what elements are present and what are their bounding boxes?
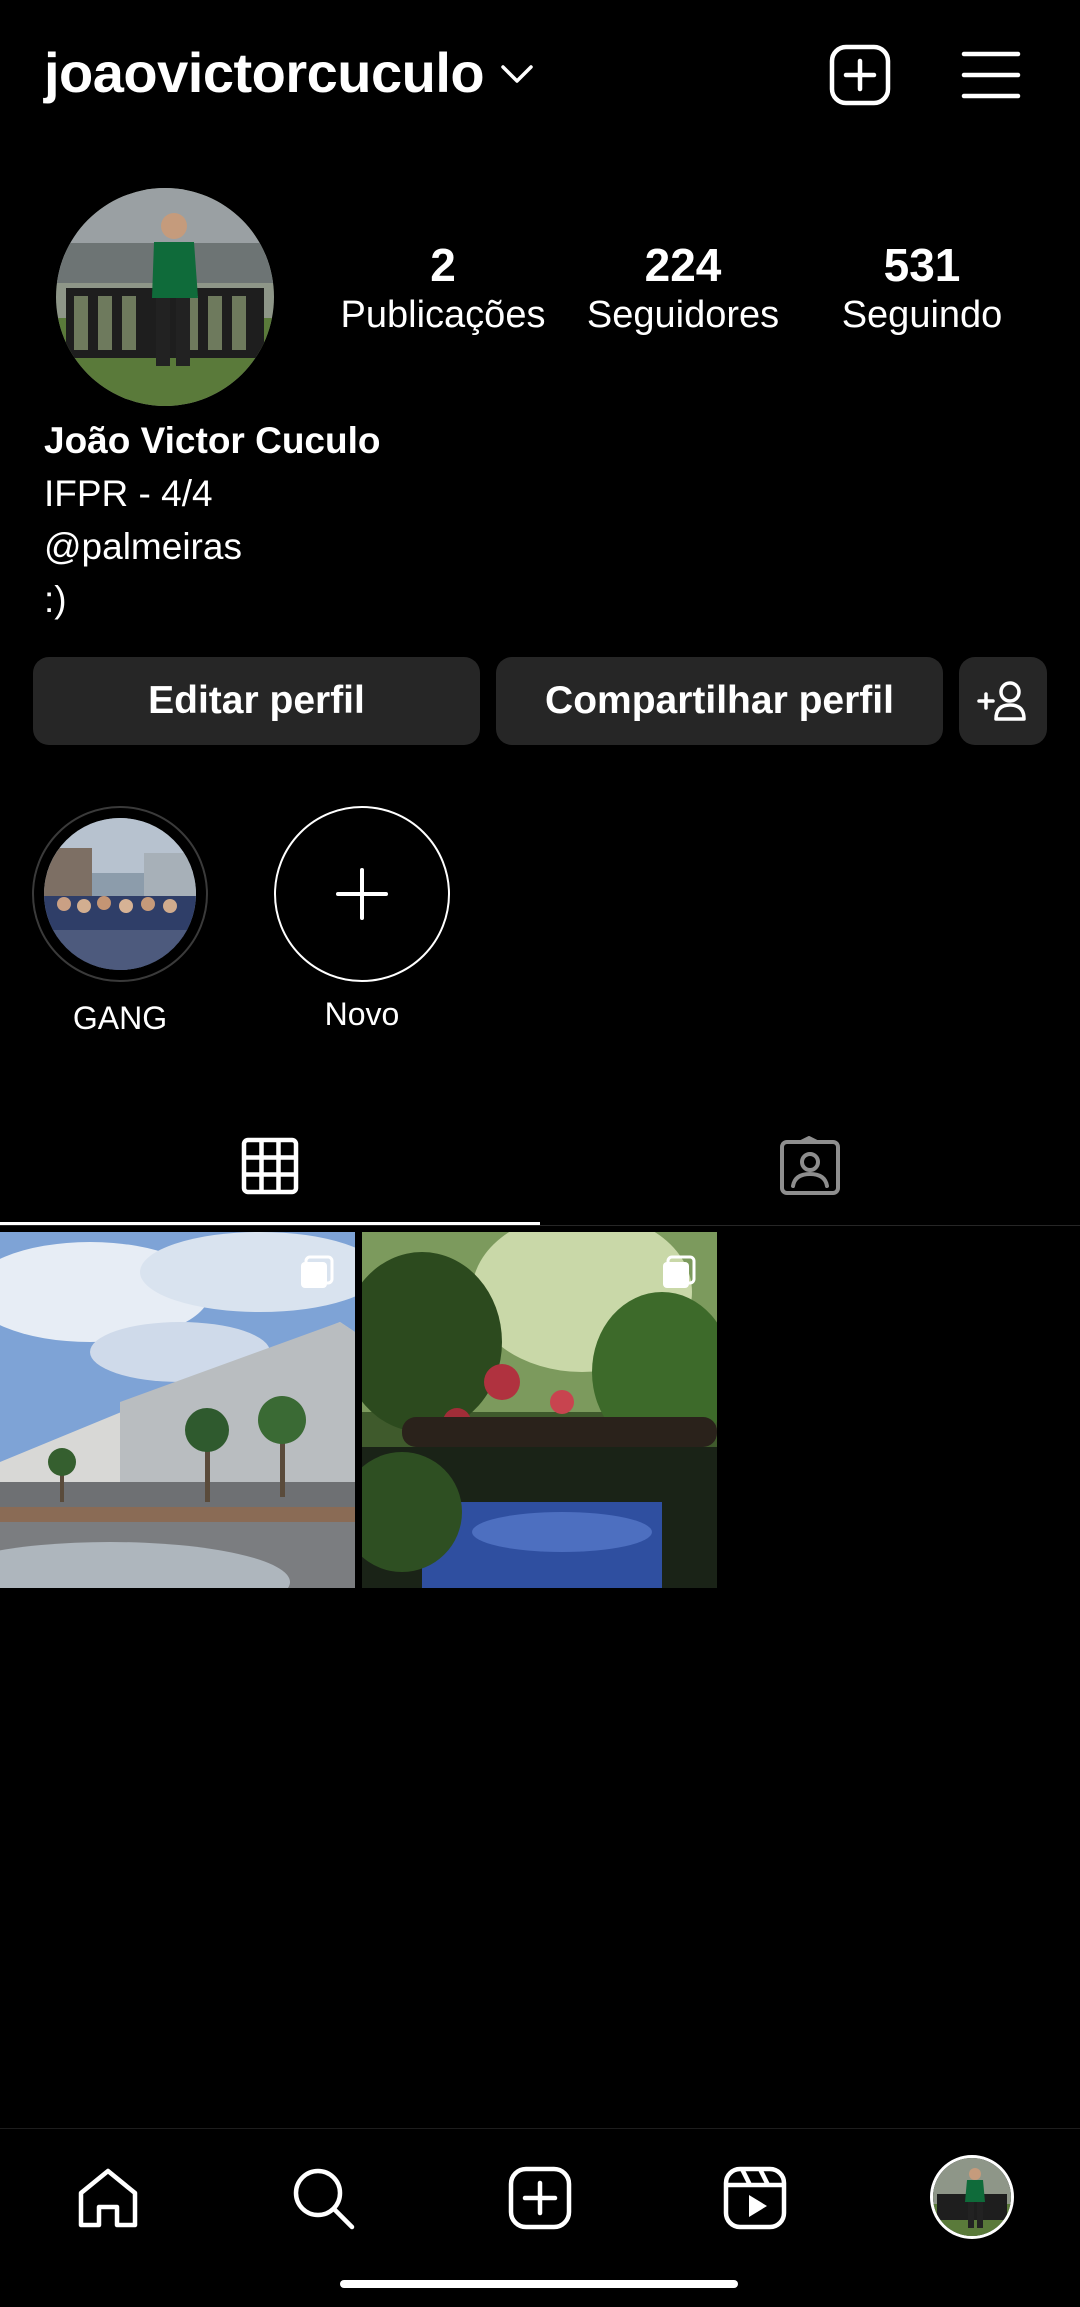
search-icon[interactable]	[288, 2163, 358, 2233]
posts-count[interactable]: 2 Publicações	[313, 240, 573, 340]
tagged-icon	[780, 1136, 840, 1195]
following-count-label: Seguindo	[841, 293, 1003, 336]
bottom-navigation	[0, 2128, 1080, 2265]
new-highlight-button[interactable]: Novo	[274, 806, 450, 1033]
chevron-down-icon[interactable]	[500, 62, 534, 86]
post-thumbnail[interactable]	[0, 1232, 355, 1588]
grid-icon	[241, 1137, 299, 1195]
username-title[interactable]: joaovictorcuculo	[44, 40, 485, 105]
discover-people-button[interactable]	[959, 657, 1047, 745]
posts-count-value: 2	[430, 239, 456, 291]
plus-icon	[336, 868, 388, 920]
highlight-label: GANG	[72, 1000, 168, 1036]
highlight-label: Novo	[324, 996, 400, 1032]
add-person-icon	[977, 681, 1026, 721]
tab-divider	[0, 1225, 1080, 1226]
followers-count-value: 224	[644, 239, 722, 291]
top-bar: joaovictorcuculo	[0, 0, 1080, 150]
post-thumbnail[interactable]	[362, 1232, 717, 1588]
profile-avatar[interactable]	[56, 188, 274, 406]
highlight-gang[interactable]: GANG	[32, 806, 208, 1037]
edit-profile-button[interactable]: Editar perfil	[33, 657, 480, 745]
following-count[interactable]: 531 Seguindo	[792, 240, 1052, 340]
new-highlight-circle	[274, 806, 450, 982]
profile-bio: João Victor Cuculo IFPR - 4/4 @palmeiras…	[44, 414, 381, 626]
create-icon[interactable]	[505, 2163, 575, 2233]
bio-mention-link[interactable]: @palmeiras	[44, 520, 381, 573]
bio-line: IFPR - 4/4	[44, 473, 213, 514]
profile-tab-avatar[interactable]	[930, 2155, 1014, 2239]
tab-posts-grid[interactable]	[0, 1108, 540, 1224]
menu-icon[interactable]	[958, 42, 1024, 108]
multiple-posts-icon	[301, 1255, 334, 1288]
following-count-value: 531	[883, 239, 961, 291]
followers-count[interactable]: 224 Seguidores	[553, 240, 813, 340]
home-indicator	[340, 2280, 738, 2288]
home-icon[interactable]	[73, 2163, 143, 2233]
followers-count-label: Seguidores	[586, 293, 780, 336]
highlight-cover-image	[44, 818, 196, 970]
display-name: João Victor Cuculo	[44, 420, 381, 461]
tab-tagged[interactable]	[540, 1108, 1080, 1224]
bio-line: :)	[44, 579, 67, 620]
multiple-posts-icon	[663, 1255, 696, 1288]
highlight-ring	[32, 806, 208, 982]
create-plus-icon[interactable]	[827, 42, 893, 108]
reels-icon[interactable]	[720, 2163, 790, 2233]
posts-count-label: Publicações	[340, 293, 546, 336]
share-profile-button[interactable]: Compartilhar perfil	[496, 657, 943, 745]
